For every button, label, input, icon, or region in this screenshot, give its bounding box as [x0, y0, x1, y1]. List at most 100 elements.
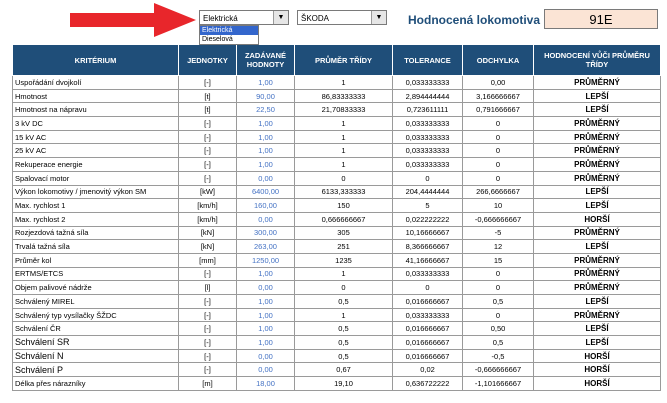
deviation-cell: -0,666666667 [462, 211, 534, 227]
input-value-cell[interactable]: 1250,00 [236, 252, 295, 268]
tolerance-cell: 0,02 [392, 362, 463, 378]
class-average-cell: 1 [294, 116, 393, 131]
input-value-cell[interactable]: 1,00 [236, 129, 295, 145]
criterion-cell: Rozjezdová tažná síla [12, 225, 179, 241]
input-value-cell[interactable]: 0,00 [236, 362, 295, 378]
unit-cell: [kW] [178, 184, 237, 200]
evaluation-cell: PRŮMĚRNÝ [533, 225, 661, 241]
locomotive-type-select[interactable]: Elektrická ▼ [199, 10, 289, 25]
input-value-cell[interactable]: 160,00 [236, 198, 295, 213]
unit-cell: [-] [178, 129, 237, 145]
unit-cell: [km/h] [178, 211, 237, 227]
tolerance-cell: 0,016666667 [392, 321, 463, 337]
evaluated-locomotive-label: Hodnocená lokomotiva [408, 13, 541, 27]
dropdown-option-diesel[interactable]: Dieselová [200, 35, 258, 44]
input-value-cell[interactable]: 1,00 [236, 321, 295, 337]
input-value-cell[interactable]: 1,00 [236, 294, 295, 309]
criterion-cell: ERTMS/ETCS [12, 266, 179, 282]
criterion-cell: Výkon lokomotivy / jmenovitý výkon SM [12, 184, 179, 200]
unit-cell: [mm] [178, 252, 237, 268]
tolerance-cell: 41,16666667 [392, 252, 463, 268]
input-value-cell[interactable]: 1,00 [236, 157, 295, 172]
tolerance-cell: 0,033333333 [392, 75, 463, 90]
deviation-cell: 0,791666667 [462, 102, 534, 118]
criterion-cell: Rekuperace energie [12, 157, 179, 172]
tolerance-cell: 0,033333333 [392, 157, 463, 172]
class-average-cell: 1 [294, 143, 393, 159]
deviation-cell: 0,5 [462, 335, 534, 350]
criterion-cell: 25 kV AC [12, 143, 179, 159]
unit-cell: [-] [178, 294, 237, 309]
criterion-cell: Schválený MIREL [12, 294, 179, 309]
table-row: Objem palivové nádrže [l] 0,00 0 0 0 PRŮMĚRNÝ [12, 280, 661, 295]
deviation-cell: 3,166666667 [462, 88, 534, 104]
evaluated-locomotive-value[interactable]: 91E [544, 9, 658, 29]
manufacturer-value: ŠKODA [301, 14, 330, 23]
deviation-cell: 0 [462, 143, 534, 159]
class-average-cell: 0,67 [294, 362, 393, 378]
criterion-cell: Max. rychlost 2 [12, 211, 179, 227]
input-value-cell[interactable]: 1,00 [236, 335, 295, 350]
evaluation-cell: PRŮMĚRNÝ [533, 307, 661, 323]
class-average-cell: 19,10 [294, 376, 393, 391]
table-row: ERTMS/ETCS [-] 1,00 1 0,033333333 0 PRŮMĚRNÝ [12, 266, 661, 282]
unit-cell: [m] [178, 376, 237, 391]
evaluation-cell: PRŮMĚRNÝ [533, 266, 661, 282]
criterion-cell: Schválení N [12, 348, 179, 364]
tolerance-cell: 204,4444444 [392, 184, 463, 200]
class-average-cell: 86,83333333 [294, 88, 393, 104]
input-value-cell[interactable]: 0,00 [236, 170, 295, 186]
manufacturer-select[interactable]: ŠKODA ▼ [297, 10, 387, 25]
unit-cell: [-] [178, 170, 237, 186]
table-row: Délka přes nárazníky [m] 18,00 19,10 0,63672… [12, 376, 661, 391]
input-value-cell[interactable]: 0,00 [236, 348, 295, 364]
input-value-cell[interactable]: 1,00 [236, 307, 295, 323]
dropdown-option-electric[interactable]: Elektrická [200, 26, 258, 35]
input-value-cell[interactable]: 90,00 [236, 88, 295, 104]
evaluation-cell: LEPŠÍ [533, 88, 661, 104]
table-row: Max. rychlost 1 [km/h] 160,00 150 5 10 LEPŠÍ [12, 198, 661, 213]
evaluation-cell: LEPŠÍ [533, 294, 661, 309]
chevron-down-icon[interactable]: ▼ [273, 11, 288, 24]
input-value-cell[interactable]: 1,00 [236, 116, 295, 131]
column-header-tolerance: TOLERANCE [392, 44, 463, 76]
criterion-cell: Uspořádání dvojkolí [12, 75, 179, 90]
input-value-cell[interactable]: 22,50 [236, 102, 295, 118]
deviation-cell: 0,5 [462, 294, 534, 309]
input-value-cell[interactable]: 1,00 [236, 143, 295, 159]
tolerance-cell: 10,16666667 [392, 225, 463, 241]
deviation-cell: 0 [462, 266, 534, 282]
table-row: 25 kV AC [-] 1,00 1 0,033333333 0 PRŮMĚRNÝ [12, 143, 661, 159]
deviation-cell: 0 [462, 170, 534, 186]
unit-cell: [-] [178, 362, 237, 378]
unit-cell: [km/h] [178, 198, 237, 213]
class-average-cell: 1 [294, 157, 393, 172]
class-average-cell: 1235 [294, 252, 393, 268]
table-row: Schválení N [-] 0,00 0,5 0,016666667 -0,5 HORŠ… [12, 348, 661, 364]
unit-cell: [kN] [178, 225, 237, 241]
input-value-cell[interactable]: 1,00 [236, 75, 295, 90]
class-average-cell: 305 [294, 225, 393, 241]
deviation-cell: 0 [462, 157, 534, 172]
criterion-cell: Průměr kol [12, 252, 179, 268]
input-value-cell[interactable]: 0,00 [236, 211, 295, 227]
column-header-evaluation: HODNOCENÍ VŮČI PRŮMĚRU TŘÍDY [533, 44, 661, 76]
criterion-cell: Objem palivové nádrže [12, 280, 179, 295]
locomotive-type-dropdown[interactable]: Elektrická Dieselová [199, 25, 259, 45]
evaluation-cell: LEPŠÍ [533, 184, 661, 200]
evaluation-cell: PRŮMĚRNÝ [533, 252, 661, 268]
tolerance-cell: 0 [392, 280, 463, 295]
evaluation-cell: PRŮMĚRNÝ [533, 129, 661, 145]
input-value-cell[interactable]: 300,00 [236, 225, 295, 241]
chevron-down-icon[interactable]: ▼ [371, 11, 386, 24]
input-value-cell[interactable]: 6400,00 [236, 184, 295, 200]
unit-cell: [-] [178, 307, 237, 323]
input-value-cell[interactable]: 263,00 [236, 239, 295, 254]
table-row: Schválený MIREL [-] 1,00 0,5 0,016666667 0,5 L… [12, 294, 661, 309]
input-value-cell[interactable]: 18,00 [236, 376, 295, 391]
input-value-cell[interactable]: 1,00 [236, 266, 295, 282]
unit-cell: [-] [178, 266, 237, 282]
input-value-cell[interactable]: 0,00 [236, 280, 295, 295]
criterion-cell: Délka přes nárazníky [12, 376, 179, 391]
table-row: Rekuperace energie [-] 1,00 1 0,033333333 0 PR… [12, 157, 661, 172]
